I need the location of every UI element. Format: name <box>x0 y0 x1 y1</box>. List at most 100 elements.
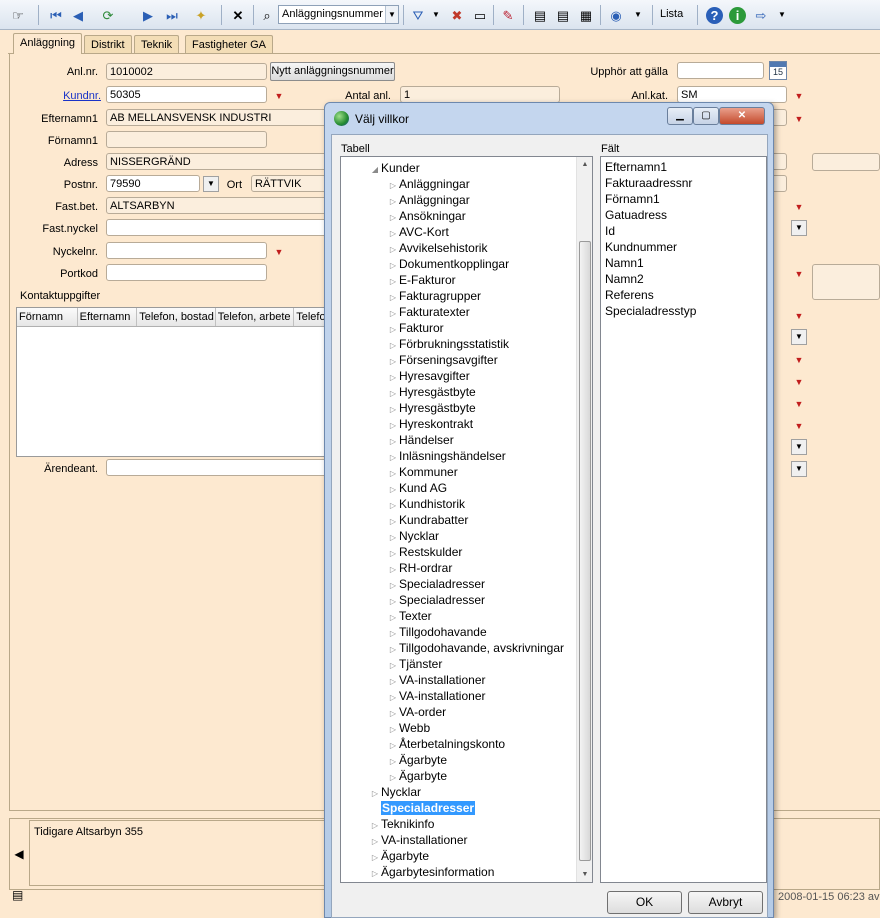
kundnr-field[interactable]: 50305 <box>106 86 267 103</box>
tree-item[interactable]: ▷ Inläsningshändelser <box>387 448 506 464</box>
tree-item[interactable]: ▷ Ägarbyte <box>387 752 447 768</box>
expand-arrow-icon[interactable]: ▷ <box>369 866 381 882</box>
field-item[interactable]: Namn2 <box>605 271 762 287</box>
dropdown-arrow-icon[interactable]: ▼ <box>793 420 805 432</box>
edit-form-icon[interactable]: ✎ <box>498 5 518 25</box>
arendeant-field[interactable] <box>106 459 331 476</box>
first-record-icon[interactable]: ⏮ <box>46 5 66 25</box>
tree-item[interactable]: ▷ RH-ordrar <box>387 560 452 576</box>
next-record-icon[interactable]: ▶ <box>138 5 158 25</box>
new-number-button[interactable]: Nytt anläggningsnummer <box>270 62 395 81</box>
dropdown-arrow-icon[interactable]: ▼ <box>793 90 805 102</box>
filter-icon[interactable]: ⛛ <box>408 5 428 25</box>
tree-item[interactable]: Specialadresser <box>369 800 476 816</box>
field-item[interactable]: Kundnummer <box>605 239 762 255</box>
column-header[interactable]: Förnamn <box>17 308 78 326</box>
column-header[interactable]: Efternamn <box>78 308 138 326</box>
dropdown-arrow-icon[interactable]: ▼ <box>793 376 805 388</box>
tree-item[interactable]: ▷ Ägarbytesinformation <box>369 864 494 880</box>
fastnyckel-field[interactable] <box>106 219 331 236</box>
dropdown-arrow-icon[interactable]: ▼ <box>273 246 285 258</box>
last-record-icon[interactable]: ⏭ <box>162 5 182 25</box>
minimize-icon[interactable]: ▁ <box>667 107 693 125</box>
field-item[interactable]: Förnamn1 <box>605 191 762 207</box>
tree-item[interactable]: ▷ VA-installationer <box>387 672 486 688</box>
hand-pointer-icon[interactable]: ☞ <box>8 5 28 25</box>
tree-item[interactable]: ▷ Hyresgästbyte <box>387 384 476 400</box>
tree-item[interactable]: ◢ Kunder <box>369 160 420 176</box>
tab-fastigheter-ga[interactable]: Fastigheter GA <box>185 35 273 54</box>
globe-icon[interactable]: ◉ <box>606 5 626 25</box>
tree-item[interactable]: ▷ Webb <box>387 720 430 736</box>
ok-button[interactable]: OK <box>607 891 682 914</box>
chevron-down-icon[interactable]: ▼ <box>628 5 648 25</box>
clear-filter-icon[interactable]: ✖ <box>447 5 467 25</box>
field-item[interactable]: Efternamn1 <box>605 159 762 175</box>
collapse-left-icon[interactable]: ◀ <box>11 843 27 865</box>
chevron-down-icon[interactable]: ▼ <box>791 329 807 345</box>
column-header[interactable]: Telefon, arbete <box>216 308 295 326</box>
scroll-down-icon[interactable]: ▼ <box>577 867 592 882</box>
dropdown-arrow-icon[interactable]: ▼ <box>793 268 805 280</box>
tree-item[interactable]: ▷ Texter <box>387 608 432 624</box>
calendar-icon[interactable]: 15 <box>769 61 787 80</box>
tree-item[interactable]: ▷ Kundrabatter <box>387 512 468 528</box>
tree-item[interactable]: ▷ Tillgodohavande, avskrivningar <box>387 640 564 656</box>
maximize-icon[interactable]: ▢ <box>693 107 719 125</box>
nyckelnr-field[interactable] <box>106 242 267 259</box>
scrollbar[interactable]: ▲ ▼ <box>576 157 592 882</box>
export-icon[interactable]: ▦ <box>576 5 596 25</box>
chevron-down-icon[interactable]: ▼ <box>385 6 398 23</box>
window-icon[interactable]: ▭ <box>470 5 490 25</box>
contact-table[interactable]: Förnamn Efternamn Telefon, bostad Telefo… <box>16 307 328 457</box>
lista-button[interactable]: Lista <box>660 8 683 20</box>
scroll-thumb[interactable] <box>579 241 591 861</box>
tree-item[interactable]: ▷ Avvikelsehistorik <box>387 240 488 256</box>
tab-teknik[interactable]: Teknik <box>134 35 180 54</box>
dropdown-arrow-icon[interactable]: ▼ <box>793 354 805 366</box>
tree-item[interactable]: ▷ Kund AG <box>387 480 447 496</box>
tree-item[interactable]: ▷ Ägarbyte <box>387 768 447 784</box>
tree-item[interactable]: ▷ Anläggningar <box>387 176 470 192</box>
column-header[interactable]: Telefo <box>294 308 327 326</box>
tree-item[interactable]: ▷ Nycklar <box>387 528 439 544</box>
portkod-field[interactable] <box>106 264 267 281</box>
tree-item[interactable]: ▷ Hyresgästbyte <box>387 400 476 416</box>
scroll-up-icon[interactable]: ▲ <box>577 157 592 172</box>
tree-item[interactable]: ▷ Fakturor <box>387 320 444 336</box>
tree-item[interactable]: ▷ Dokumentkopplingar <box>387 256 509 272</box>
search-field-select[interactable]: Anläggningsnummer ▼ <box>278 5 399 24</box>
anlkat-field[interactable]: SM <box>677 86 787 103</box>
chevron-down-icon[interactable]: ▼ <box>791 461 807 477</box>
tree-item[interactable]: ▷ Specialadresser <box>387 576 485 592</box>
binoculars-icon[interactable]: ⌕ <box>257 5 277 25</box>
field-item[interactable]: Id <box>605 223 762 239</box>
tree-item[interactable]: ▷ Förseningsavgifter <box>387 352 498 368</box>
chevron-down-icon[interactable]: ▼ <box>772 5 792 25</box>
dropdown-arrow-icon[interactable]: ▼ <box>793 398 805 410</box>
send-icon[interactable]: ⇨ <box>751 5 771 25</box>
chevron-down-icon[interactable]: ▼ <box>203 176 219 192</box>
upphor-date-field[interactable] <box>677 62 764 79</box>
tree-item[interactable]: ▷ Återbetalningskonto <box>387 736 505 752</box>
tab-anlaggning[interactable]: Anläggning <box>13 33 83 54</box>
report-icon[interactable]: ▤ <box>530 5 550 25</box>
tree-item[interactable]: ▷ Hyresavgifter <box>387 368 470 384</box>
anlnr-field[interactable]: 1010002 <box>106 63 267 80</box>
tree-item[interactable]: ▷ Teknikinfo <box>369 816 434 832</box>
collapse-arrow-icon[interactable]: ◢ <box>369 162 381 178</box>
tree-item[interactable]: ▷ Förbrukningsstatistik <box>387 336 509 352</box>
close-icon[interactable]: ✕ <box>719 107 765 125</box>
tree-item[interactable]: ▷ Nycklar <box>369 784 421 800</box>
tree-item[interactable]: ▷ Fakturagrupper <box>387 288 481 304</box>
field-item[interactable]: Fakturaadressnr <box>605 175 762 191</box>
chevron-down-icon[interactable]: ▼ <box>426 5 446 25</box>
tree-item[interactable]: ▷ Kundhistorik <box>387 496 465 512</box>
postnr-field[interactable]: 79590 <box>106 175 200 192</box>
note-box[interactable]: Tidigare Altsarbyn 355 <box>29 820 326 886</box>
tree-item[interactable]: ▷ Tjänster <box>387 656 442 672</box>
tree-item[interactable]: ▷ AVC-Kort <box>387 224 449 240</box>
help-icon[interactable]: ? <box>706 7 723 24</box>
tree-item[interactable]: ▷ Specialadresser <box>387 592 485 608</box>
tree-item[interactable]: ▷ Restskulder <box>387 544 462 560</box>
